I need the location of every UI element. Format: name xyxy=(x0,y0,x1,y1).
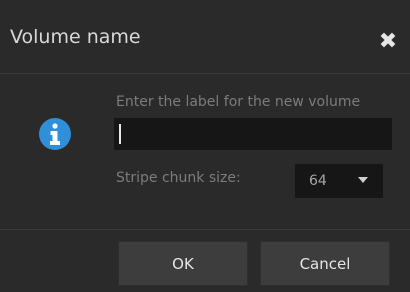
close-icon[interactable]: ✖ xyxy=(374,28,402,56)
stripe-chunk-size-select[interactable]: 64 xyxy=(295,164,383,198)
stripe-chunk-size-value: 64 xyxy=(309,173,327,189)
cancel-button[interactable]: Cancel xyxy=(260,241,390,286)
volume-label-input[interactable] xyxy=(114,118,392,150)
volume-label-prompt: Enter the label for the new volume xyxy=(116,94,361,110)
dialog-body: Enter the label for the new volume Strip… xyxy=(0,74,410,229)
text-cursor xyxy=(119,124,121,144)
chevron-down-icon xyxy=(358,177,368,183)
dialog-titlebar: Volume name ✖ xyxy=(0,0,410,74)
volume-name-dialog: Volume name ✖ Enter the label for the ne… xyxy=(0,0,410,292)
dialog-title: Volume name xyxy=(10,26,141,48)
info-icon xyxy=(39,118,71,150)
ok-button[interactable]: OK xyxy=(118,241,248,286)
stripe-chunk-size-label: Stripe chunk size: xyxy=(116,170,241,186)
dialog-footer: OK Cancel xyxy=(0,229,410,292)
